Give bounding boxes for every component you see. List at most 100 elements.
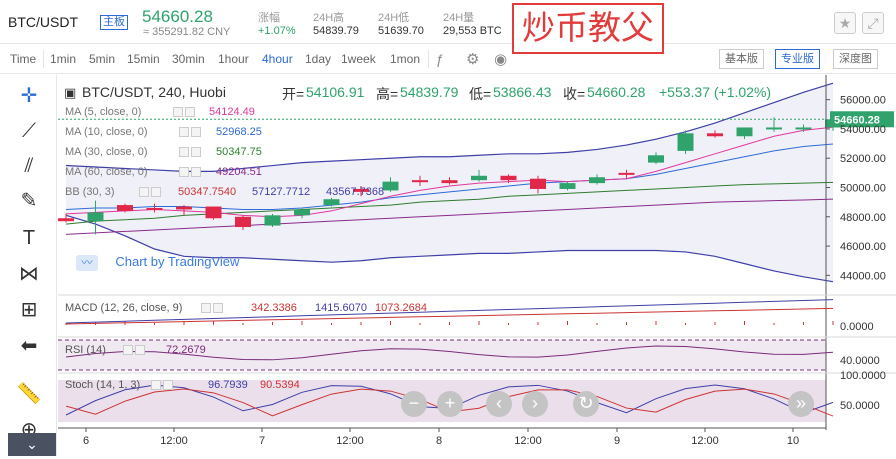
ma5-label: MA (5, close, 0) (65, 106, 142, 118)
macd-value-3: 1073.2684 (375, 302, 427, 314)
candle-body (441, 180, 458, 184)
last-price: 54660.28 (142, 7, 213, 26)
ma60-value: 49204.51 (216, 166, 262, 178)
ma10-value: 52968.25 (216, 126, 262, 138)
brush-icon[interactable]: ✎ (16, 188, 42, 214)
expand-icon[interactable]: ⤢ (862, 12, 884, 34)
low-label: 低= (469, 86, 492, 102)
rsi-tick-label: 40.0000 (840, 355, 880, 367)
price-tick-label: 56000.00 (840, 95, 886, 107)
board-tag: 主板 (100, 15, 128, 30)
toolbar-divider (43, 50, 44, 68)
candle-body (235, 216, 251, 228)
time-tick-label: 12:00 (336, 435, 364, 447)
time-tick-label: 12:00 (691, 435, 719, 447)
pattern-tool-icon[interactable]: ⋈ (16, 261, 42, 287)
basic-version-button[interactable]: 基本版 (719, 49, 764, 69)
tf-4hour[interactable]: 4hour (262, 52, 293, 66)
depth-chart-button[interactable]: 深度图 (833, 49, 878, 69)
bb-buttons[interactable] (137, 186, 161, 198)
candle-body (176, 206, 192, 210)
scroll-left-button[interactable]: ‹ (486, 391, 512, 417)
macd-buttons[interactable] (199, 302, 223, 314)
zoom-out-button[interactable]: − (401, 391, 427, 417)
stoch-tick-label: 50.0000 (840, 400, 880, 412)
candle-body (323, 199, 340, 206)
tf-30min[interactable]: 30min (172, 52, 205, 66)
tf-1hour[interactable]: 1hour (218, 52, 249, 66)
ma5-value: 54124.49 (209, 106, 255, 118)
candle-body (205, 206, 222, 219)
high-label: 24H高 (313, 12, 345, 24)
fib-tool-icon[interactable]: ⫽ (16, 153, 42, 179)
settings-icon[interactable]: ⚙ (466, 50, 479, 68)
indicator-icon[interactable]: ƒ (436, 51, 444, 67)
scroll-right-button[interactable]: › (522, 391, 548, 417)
scroll-to-end-button[interactable]: » (788, 391, 814, 417)
candle-body (736, 127, 753, 137)
ma30-buttons[interactable] (177, 146, 201, 158)
change-value: +1.07% (258, 25, 296, 37)
main-legend: ▣ BTC/USDT, 240, Huobi 开= 54106.91 高= 54… (64, 84, 604, 102)
ma5-buttons[interactable] (171, 106, 195, 118)
close-value: 54660.28 (587, 84, 646, 100)
tf-1min[interactable]: 1min (50, 52, 76, 66)
ma10-buttons[interactable] (177, 126, 201, 138)
tf-1day[interactable]: 1day (305, 52, 331, 66)
tf-1week[interactable]: 1week (341, 52, 376, 66)
drawing-toolbar: ✛ ⟋ ⫽ ✎ T ⋈ ⊞ ⬅ 📏 ⊕ (0, 75, 57, 456)
text-tool-icon[interactable]: T (16, 225, 42, 251)
toolbar-divider (428, 50, 429, 68)
candle-body (58, 218, 74, 222)
time-tick-label: 6 (83, 435, 89, 447)
tradingview-watermark[interactable]: 〰 Chart by TradingView (76, 254, 239, 271)
star-icon[interactable]: ★ (834, 12, 856, 34)
candle-body (559, 183, 576, 189)
candle-body (382, 181, 399, 191)
crosshair-icon[interactable]: ✛ (16, 83, 42, 109)
back-arrow-icon[interactable]: ⬅ (16, 333, 42, 359)
rsi-label: RSI (14) (65, 344, 106, 356)
stoch-d-value: 90.5394 (260, 379, 300, 391)
candle-body (412, 180, 428, 183)
tf-1mon[interactable]: 1mon (390, 52, 420, 66)
collapse-toolbar-icon[interactable]: ⌄ (8, 433, 56, 456)
stoch-tick-label: 100.0000 (840, 370, 886, 382)
time-tick-label: 12:00 (160, 435, 188, 447)
volume-value: 29,553 BTC (443, 25, 502, 37)
tf-5min[interactable]: 5min (89, 52, 115, 66)
high-value: 54839.79 (313, 25, 359, 37)
bb-upper-value: 57127.7712 (252, 186, 311, 198)
bb-middle-value: 50347.7540 (178, 186, 237, 198)
macd-tick-label: 0.0000 (840, 321, 874, 333)
rsi-value: 72.2679 (166, 344, 206, 356)
time-tick-label: 10 (787, 435, 799, 447)
candle-body (589, 177, 605, 184)
reset-chart-button[interactable]: ↻ (573, 391, 599, 417)
time-tick-label: 12:00 (514, 435, 542, 447)
tf-15min[interactable]: 15min (127, 52, 160, 66)
ma30-value: 50347.75 (216, 146, 262, 158)
pro-version-button[interactable]: 专业版 (775, 49, 820, 69)
stoch-buttons[interactable] (149, 379, 173, 391)
tf-time[interactable]: Time (10, 52, 36, 66)
macd-label: MACD (12, 26, close, 9) (65, 302, 183, 314)
candle-body (471, 175, 487, 181)
rsi-buttons[interactable] (121, 344, 145, 356)
trend-line-icon[interactable]: ⟋ (16, 118, 42, 144)
change-value: +553.37 (+1.02%) (659, 84, 772, 100)
candle-body (648, 155, 664, 163)
ma60-buttons[interactable] (177, 166, 201, 178)
top-header: BTC/USDT 主板 54660.28 ≈ 355291.82 CNY 涨幅 … (0, 0, 896, 44)
zoom-in-button[interactable]: + (437, 391, 463, 417)
candle-body (87, 212, 104, 222)
camera-icon[interactable]: ◉ (494, 50, 507, 68)
price-tick-label: 50000.00 (840, 183, 886, 195)
pair-title[interactable]: BTC/USDT (8, 14, 78, 30)
close-label: 收= (563, 86, 586, 102)
cny-price: ≈ 355291.82 CNY (143, 26, 231, 38)
measure-tool-icon[interactable]: ⊞ (16, 297, 42, 323)
ruler-icon[interactable]: 📏 (16, 381, 42, 407)
collapse-legend-icon[interactable]: ▣ (64, 85, 76, 101)
high-value: 54839.79 (400, 84, 459, 100)
